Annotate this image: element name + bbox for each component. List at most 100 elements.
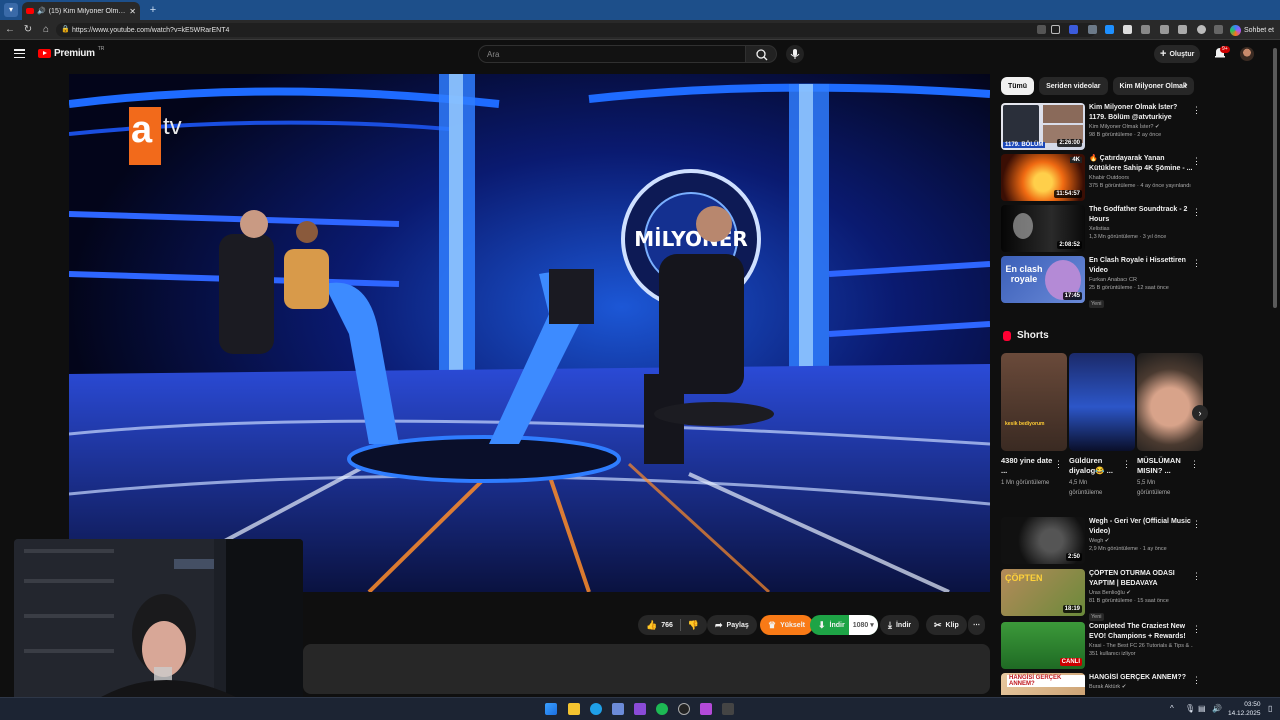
logo-text: Premium xyxy=(54,48,95,59)
more-icon[interactable] xyxy=(1214,25,1223,34)
quality-select[interactable]: 1080 ▾ xyxy=(848,615,878,635)
crown-icon: ♛ xyxy=(768,619,777,630)
chip-series[interactable]: Seriden videolar xyxy=(1039,77,1108,95)
thumbs-down-icon[interactable]: 👎 xyxy=(688,620,699,631)
premium-download-button[interactable]: ⬇ İndir 1080 ▾ xyxy=(810,615,878,635)
recommendation-item[interactable]: 1179. BÖLÜM 2:26:00 Kim Milyoner Olmak İ… xyxy=(1001,103,1201,151)
file-explorer-icon[interactable] xyxy=(568,703,580,715)
recommendation-item[interactable]: ÇÖPTEN 18:19 ÇÖPTEN OTURMA ODASI YAPTIM … xyxy=(1001,569,1201,621)
more-actions-icon: ⋯ xyxy=(973,622,980,629)
video-thumbnail: ÇÖPTEN 18:19 xyxy=(1001,569,1085,616)
volume-icon[interactable]: 🔊 xyxy=(1212,704,1222,713)
windows-start-icon[interactable] xyxy=(545,703,557,715)
extension-icon[interactable] xyxy=(1123,25,1132,34)
short-item[interactable]: Güldüren diyalog😂 ... 4,5 Mn görüntüleme… xyxy=(1069,353,1135,498)
scrollbar-thumb[interactable] xyxy=(1273,48,1277,308)
favorites-icon[interactable] xyxy=(1178,25,1187,34)
profile-icon[interactable] xyxy=(1197,25,1206,34)
more-options-icon[interactable]: ⋮ xyxy=(1192,258,1201,269)
chips-next-icon[interactable]: › xyxy=(1184,79,1188,91)
spotify-icon[interactable] xyxy=(656,703,668,715)
account-avatar[interactable] xyxy=(1240,47,1254,61)
short-item[interactable]: MÜSLÜMAN MISIN? ... 5,5 Mn görüntüleme ⋮ xyxy=(1137,353,1203,498)
more-options-icon[interactable]: ⋮ xyxy=(1192,105,1201,116)
split-screen-icon[interactable] xyxy=(1160,25,1169,34)
new-tab-button[interactable]: + xyxy=(146,3,160,17)
upgrade-button[interactable]: ♛ Yükselt xyxy=(760,615,813,635)
system-clock[interactable]: 03:50 14.12.2025 xyxy=(1228,700,1261,718)
video-player[interactable]: MİLYONER a tv xyxy=(69,74,990,592)
more-actions-button[interactable]: ⋯ xyxy=(968,615,985,635)
app-icon[interactable] xyxy=(700,703,712,715)
github-icon[interactable] xyxy=(678,703,690,715)
short-views: 1 Mn görüntüleme xyxy=(1001,480,1050,486)
store-icon[interactable] xyxy=(612,703,624,715)
browser-tab[interactable]: 🔊 (15) Kim Milyoner Olmak İster? ✕ xyxy=(22,2,140,20)
home-icon[interactable]: ⌂ xyxy=(40,24,52,36)
recommendation-item[interactable]: 2:08:52 The Godfather Soundtrack - 2 Hou… xyxy=(1001,205,1201,253)
share-button[interactable]: ➦ Paylaş xyxy=(707,615,757,635)
speaker-icon[interactable]: 🔊 xyxy=(37,7,46,15)
recommendation-item[interactable]: En clash royale 17:45 En Clash Royale i … xyxy=(1001,256,1201,308)
browser-tab-bar: ▾ 🔊 (15) Kim Milyoner Olmak İster? ✕ + xyxy=(0,0,1280,20)
url-field[interactable]: 🔒 https://www.youtube.com/watch?v=kE5WRa… xyxy=(56,23,1096,37)
site-info-icon[interactable]: 🔒 xyxy=(61,25,70,33)
download-button[interactable]: ⤓ İndir xyxy=(880,615,920,635)
webcam-overlay xyxy=(14,539,303,701)
youtube-logo-icon xyxy=(38,49,51,58)
more-options-icon[interactable]: ⋮ xyxy=(1192,156,1201,167)
voice-search-button[interactable] xyxy=(786,45,804,63)
extension-icon[interactable] xyxy=(1141,25,1150,34)
search-button[interactable] xyxy=(745,45,777,63)
clock-date: 14.12.2025 xyxy=(1228,710,1261,717)
like-button[interactable]: 👍 766 👎 xyxy=(638,615,708,635)
more-options-icon[interactable]: ⋮ xyxy=(1192,675,1201,686)
copilot-chat-button[interactable]: Sohbet et xyxy=(1230,23,1274,37)
more-options-icon[interactable]: ⋮ xyxy=(1192,624,1201,635)
create-button[interactable]: + Oluştur xyxy=(1154,45,1201,63)
mic-tray-icon[interactable]: 🎙 xyxy=(1185,704,1195,713)
app-grid-icon[interactable] xyxy=(1037,25,1046,34)
edge-browser-icon[interactable] xyxy=(590,703,602,715)
tab-actions-menu-icon[interactable]: ▾ xyxy=(4,3,18,17)
app-icon[interactable] xyxy=(722,703,734,715)
menu-icon[interactable] xyxy=(14,49,25,58)
more-options-icon[interactable]: ⋮ xyxy=(1054,459,1063,470)
description-box[interactable] xyxy=(303,644,990,694)
extension-icon[interactable] xyxy=(1088,25,1097,34)
tray-overflow-icon[interactable]: ^ xyxy=(1170,704,1174,713)
short-title: 4380 yine date ... xyxy=(1001,456,1053,475)
clip-label: Klip xyxy=(945,621,959,629)
chip-all[interactable]: Tümü xyxy=(1001,77,1035,95)
short-thumbnail: kesik bediyorum xyxy=(1001,353,1067,451)
page-scrollbar[interactable] xyxy=(1272,44,1278,694)
recommendation-item[interactable]: CANLI Completed The Craziest New EVO! Ch… xyxy=(1001,622,1201,670)
clip-button[interactable]: ✂ Klip xyxy=(926,615,967,635)
more-options-icon[interactable]: ⋮ xyxy=(1192,571,1201,582)
youtube-premium-logo[interactable]: Premium TR xyxy=(38,46,104,59)
shorts-heading: Shorts xyxy=(1003,330,1049,341)
video-title: Kim Milyoner Olmak İster? 1179. Bölüm @a… xyxy=(1089,104,1178,121)
tab-close-icon[interactable]: ✕ xyxy=(129,7,136,16)
more-options-icon[interactable]: ⋮ xyxy=(1190,459,1199,470)
more-options-icon[interactable]: ⋮ xyxy=(1192,519,1201,530)
download-label: İndir xyxy=(895,621,912,629)
refresh-icon[interactable]: ↻ xyxy=(22,24,34,36)
more-options-icon[interactable]: ⋮ xyxy=(1122,459,1131,470)
chip-topic[interactable]: Kim Milyoner Olmak xyxy=(1112,77,1194,95)
short-item[interactable]: kesik bediyorum 4380 yine date ... 1 Mn … xyxy=(1001,353,1067,488)
recommendation-item[interactable]: 4K 11:54:57 🔥 Çatırdayarak Yanan Kütükle… xyxy=(1001,154,1201,202)
video-thumbnail: CANLI xyxy=(1001,622,1085,669)
recommendation-item[interactable]: HANGİSİ GERÇEK ANNEM? HANGİSİ GERÇEK ANN… xyxy=(1001,673,1201,695)
teams-icon[interactable] xyxy=(634,703,646,715)
notifications-tray-icon[interactable]: ▯ xyxy=(1268,704,1272,713)
extension-icon[interactable] xyxy=(1069,25,1078,34)
network-icon[interactable]: ▤ xyxy=(1198,704,1206,713)
extension-icon[interactable] xyxy=(1105,25,1114,34)
shorts-next-button[interactable]: › xyxy=(1192,405,1208,421)
back-icon[interactable]: ← xyxy=(4,24,16,36)
recommendation-item[interactable]: 2:50 Wegh - Geri Ver (Official Music Vid… xyxy=(1001,517,1201,565)
more-options-icon[interactable]: ⋮ xyxy=(1192,207,1201,218)
favorite-star-icon[interactable] xyxy=(1051,25,1060,34)
search-input[interactable]: Ara xyxy=(478,45,746,63)
